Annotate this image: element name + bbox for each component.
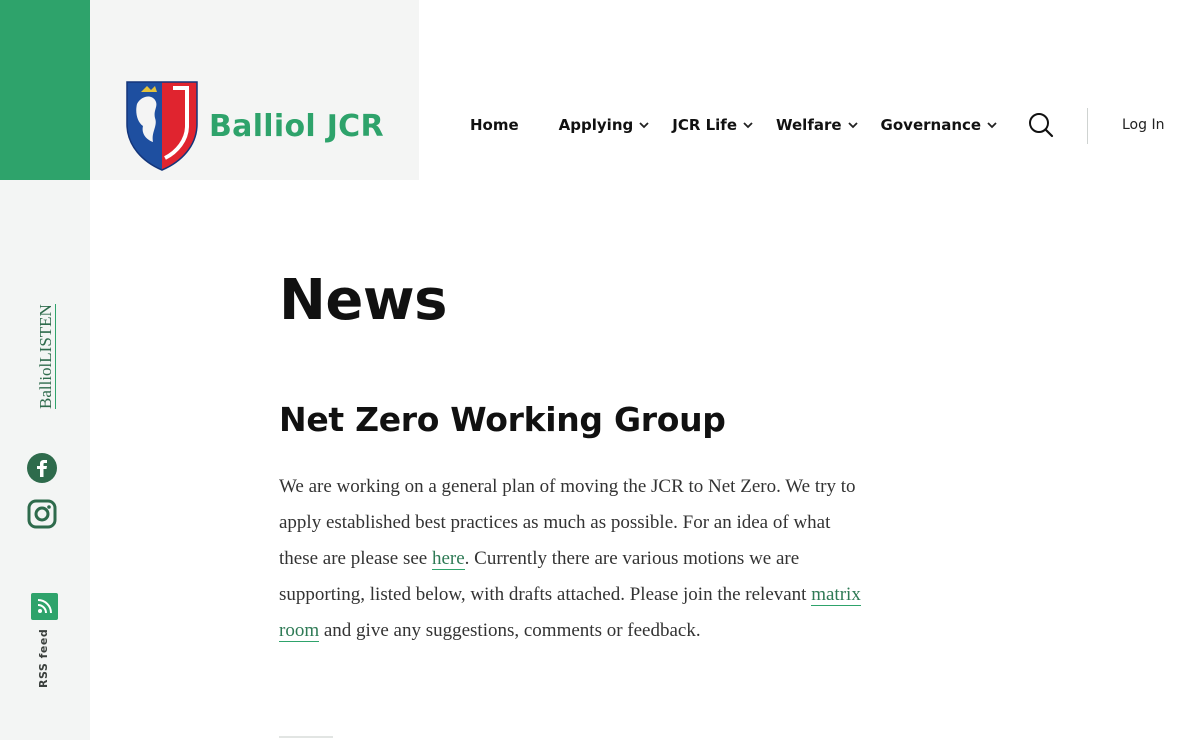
post-title: Net Zero Working Group: [279, 400, 726, 439]
home-logo-link[interactable]: Balliol JCR: [125, 80, 384, 172]
facebook-link[interactable]: [26, 452, 58, 484]
chevron-down-icon: [639, 122, 649, 129]
site-name: Balliol JCR: [209, 108, 384, 144]
best-practices-link[interactable]: here: [431, 548, 465, 570]
balliol-listen-link[interactable]: BalliolLISTEN: [36, 297, 57, 409]
nav-item-governance[interactable]: Governance: [881, 116, 999, 134]
nav-item-jcr-life[interactable]: JCR Life: [672, 116, 754, 134]
nav-item-label: Applying: [558, 116, 634, 134]
nav-item-applying[interactable]: Applying: [559, 116, 651, 134]
rss-icon: [37, 599, 52, 614]
login-link[interactable]: Log In: [1122, 117, 1164, 133]
nav-item-label: Welfare: [776, 116, 842, 134]
nav-divider: [1087, 108, 1088, 144]
chevron-down-icon: [987, 122, 997, 129]
rss-feed-text: RSS feed: [37, 628, 50, 688]
content-divider: [279, 736, 333, 738]
balliol-crest-icon: [126, 81, 198, 171]
search-icon[interactable]: [1028, 112, 1054, 138]
balliol-listen-label: BalliolLISTEN: [36, 304, 56, 409]
post-text-segment: and give any suggestions, comments or fe…: [319, 620, 701, 641]
chevron-down-icon: [743, 122, 753, 129]
post-body: We are working on a general plan of movi…: [279, 469, 869, 649]
chevron-down-icon: [847, 122, 858, 129]
main-navigation: Home Applying JCR Life Welfare Governanc…: [470, 108, 998, 142]
rss-feed-button[interactable]: [31, 593, 58, 620]
facebook-icon: [27, 453, 57, 483]
nav-item-label: Governance: [880, 116, 982, 134]
instagram-link[interactable]: [26, 498, 58, 530]
nav-item-welfare[interactable]: Welfare: [776, 116, 859, 134]
rss-feed-label: RSS feed: [37, 628, 53, 690]
nav-item-home[interactable]: Home: [470, 116, 519, 134]
nav-item-label: JCR Life: [672, 116, 737, 134]
instagram-icon: [27, 499, 57, 529]
page-title: News: [279, 268, 447, 333]
brand-color-block: [0, 0, 90, 180]
nav-item-label: Home: [470, 116, 519, 134]
